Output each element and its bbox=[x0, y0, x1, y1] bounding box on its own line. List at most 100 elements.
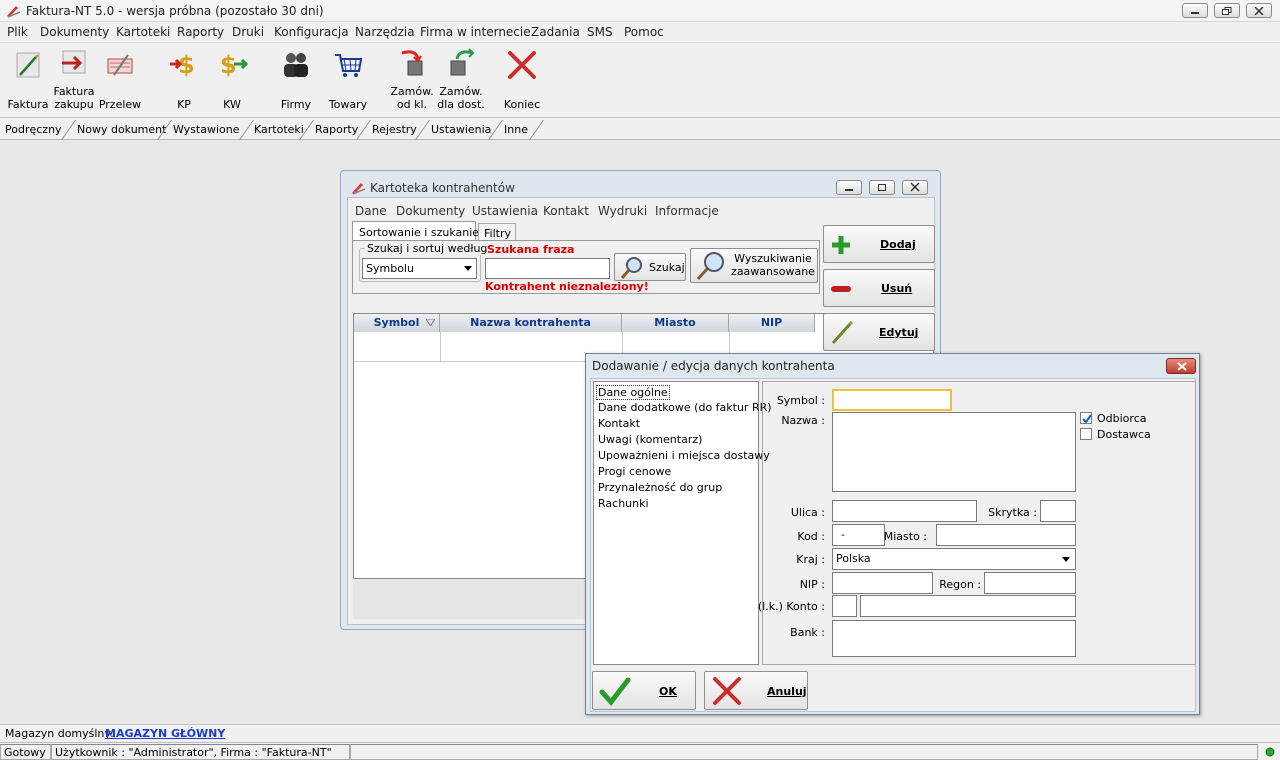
menu-druki[interactable]: Druki bbox=[232, 25, 264, 39]
toolbar-firmy-button[interactable]: Firmy bbox=[274, 43, 318, 117]
bank-input[interactable] bbox=[832, 620, 1076, 657]
nav-dane-ogolne[interactable]: Dane ogólne bbox=[596, 385, 670, 400]
nip-input[interactable] bbox=[832, 572, 933, 594]
section-list[interactable]: Dane ogólne Dane dodatkowe (do faktur RR… bbox=[593, 381, 772, 665]
sort-select[interactable]: Symbolu bbox=[362, 258, 477, 279]
main-tabs: Podręczny Nowy dokument Wystawione Karto… bbox=[0, 118, 1280, 140]
minimize-button[interactable] bbox=[1182, 3, 1208, 18]
nav-progi-cenowe[interactable]: Progi cenowe bbox=[598, 465, 671, 478]
search-panel: Szukaj i sortuj według Symbolu Szukana f… bbox=[352, 240, 820, 294]
tab-kartoteki[interactable]: Kartoteki bbox=[254, 120, 304, 140]
cancel-x-icon bbox=[713, 677, 741, 705]
toolbar-towary-button[interactable]: Towary bbox=[326, 43, 370, 117]
toolbar-zamow-od-kl-button[interactable]: Zamów. od kl. bbox=[390, 43, 434, 117]
form-panel: Symbol : Nazwa : Odbiorca Dostawca Ulica… bbox=[758, 381, 1196, 665]
nav-dane-dodatkowe[interactable]: Dane dodatkowe (do faktur RR) bbox=[598, 401, 772, 414]
toolbar-faktura-zakupu-button[interactable]: Faktura zakupu bbox=[52, 43, 96, 117]
menu-konfiguracja[interactable]: Konfiguracja bbox=[274, 25, 349, 39]
restore-button[interactable] bbox=[1214, 3, 1240, 18]
tab-podreczny[interactable]: Podręczny bbox=[5, 120, 62, 140]
odbiorca-checkbox[interactable] bbox=[1080, 412, 1092, 424]
tab-wystawione[interactable]: Wystawione bbox=[173, 120, 240, 140]
menu-raporty[interactable]: Raporty bbox=[177, 25, 224, 39]
menu-sms[interactable]: SMS bbox=[587, 25, 613, 39]
column-nazwa[interactable]: Nazwa kontrahenta bbox=[440, 314, 622, 332]
symbol-input[interactable] bbox=[832, 389, 952, 411]
tab-nowy-dokument[interactable]: Nowy dokument bbox=[77, 120, 166, 140]
nav-rachunki[interactable]: Rachunki bbox=[598, 497, 649, 510]
column-symbol[interactable]: Symbol bbox=[354, 314, 440, 332]
tab-filtry[interactable]: Filtry bbox=[478, 223, 516, 241]
skrytka-input[interactable] bbox=[1040, 500, 1076, 522]
menu-kartoteki[interactable]: Kartoteki bbox=[116, 25, 170, 39]
konto-input[interactable] bbox=[860, 595, 1076, 617]
sort-group-label: Szukaj i sortuj według bbox=[365, 242, 490, 255]
advanced-search-button[interactable]: Wyszukiwanie zaawansowane bbox=[690, 248, 818, 283]
regon-label: Regon : bbox=[939, 578, 981, 591]
chevron-down-icon bbox=[1062, 557, 1070, 562]
kmenu-wydruki[interactable]: Wydruki bbox=[598, 204, 647, 218]
nav-uwagi[interactable]: Uwagi (komentarz) bbox=[598, 433, 702, 446]
kartoteka-maximize-button[interactable] bbox=[869, 180, 895, 195]
nav-przynaleznosc[interactable]: Przynależność do grup bbox=[598, 481, 722, 494]
toolbar-kw-button[interactable]: $ KW bbox=[212, 43, 252, 117]
toolbar-przelew-button[interactable]: Przelew bbox=[98, 43, 142, 117]
tab-inne[interactable]: Inne bbox=[504, 120, 528, 140]
kmenu-ustawienia[interactable]: Ustawienia bbox=[472, 204, 538, 218]
toolbar-kp-button[interactable]: $ KP bbox=[164, 43, 204, 117]
nav-upowaznieni[interactable]: Upoważnieni i miejsca dostawy bbox=[598, 449, 770, 462]
status-empty bbox=[350, 744, 1258, 760]
menu-plik[interactable]: Plik bbox=[7, 25, 28, 39]
phrase-input[interactable] bbox=[485, 258, 610, 279]
magazyn-link[interactable]: MAGAZYN GŁÓWNY bbox=[105, 727, 225, 740]
menu-narzedzia[interactable]: Narzędzia bbox=[355, 25, 415, 39]
menu-dokumenty[interactable]: Dokumenty bbox=[40, 25, 109, 39]
toolbar-faktura-button[interactable]: Faktura bbox=[6, 43, 50, 117]
magnifier-icon bbox=[696, 252, 724, 281]
tab-ustawienia[interactable]: Ustawienia bbox=[431, 120, 491, 140]
not-found-message: Kontrahent nieznaleziony! bbox=[485, 280, 649, 293]
kmenu-dane[interactable]: Dane bbox=[355, 204, 387, 218]
menu-zadania[interactable]: Zadania bbox=[531, 25, 580, 39]
column-nip[interactable]: NIP bbox=[729, 314, 815, 332]
ulica-input[interactable] bbox=[832, 500, 977, 522]
kod-input[interactable]: - bbox=[832, 524, 885, 546]
kmenu-kontakt[interactable]: Kontakt bbox=[543, 204, 589, 218]
kartoteka-minimize-button[interactable] bbox=[836, 180, 862, 195]
toolbar: Faktura Faktura zakupu Przelew $ KP $ KW … bbox=[0, 42, 1280, 118]
menu-firma-w-internecie[interactable]: Firma w internecie bbox=[420, 25, 531, 39]
dostawca-label: Dostawca bbox=[1097, 428, 1151, 441]
search-button[interactable]: Szukaj bbox=[614, 253, 686, 281]
menu-pomoc[interactable]: Pomoc bbox=[624, 25, 664, 39]
dostawca-checkbox[interactable] bbox=[1080, 428, 1092, 440]
toolbar-zamow-dla-dost-button[interactable]: Zamów. dla dost. bbox=[436, 43, 486, 117]
chevron-down-icon bbox=[464, 266, 472, 271]
invoice-icon bbox=[16, 52, 40, 78]
tab-raporty[interactable]: Raporty bbox=[315, 120, 358, 140]
regon-input[interactable] bbox=[984, 572, 1076, 594]
tab-rejestry[interactable]: Rejestry bbox=[372, 120, 417, 140]
tab-separator bbox=[528, 120, 545, 140]
edytuj-button[interactable]: Edytuj bbox=[823, 313, 935, 351]
kmenu-dokumenty[interactable]: Dokumenty bbox=[396, 204, 465, 218]
dialog-title: Dodawanie / edycja danych kontrahenta bbox=[592, 359, 835, 373]
miasto-input[interactable] bbox=[936, 524, 1076, 546]
toolbar-koniec-button[interactable]: Koniec bbox=[500, 43, 544, 117]
tab-separator bbox=[238, 120, 255, 140]
column-miasto[interactable]: Miasto bbox=[622, 314, 729, 332]
kmenu-informacje[interactable]: Informacje bbox=[655, 204, 719, 218]
kraj-select[interactable]: Polska bbox=[832, 548, 1076, 570]
dodaj-button[interactable]: Dodaj bbox=[823, 225, 935, 263]
konto-label: (l.k.) Konto : bbox=[757, 600, 825, 613]
anuluj-button[interactable]: Anuluj bbox=[704, 671, 808, 710]
konto-lk-input[interactable] bbox=[832, 595, 857, 617]
usun-button[interactable]: Usuń bbox=[823, 269, 935, 307]
ok-button[interactable]: OK bbox=[592, 671, 696, 710]
kartoteka-close-button[interactable] bbox=[902, 180, 928, 195]
nazwa-textarea[interactable] bbox=[832, 412, 1076, 492]
dialog-close-button[interactable] bbox=[1166, 358, 1196, 374]
close-button[interactable] bbox=[1246, 3, 1272, 18]
nazwa-label: Nazwa : bbox=[781, 414, 825, 427]
tab-sortowanie[interactable]: Sortowanie i szukanie bbox=[352, 221, 479, 241]
nav-kontakt[interactable]: Kontakt bbox=[598, 417, 640, 430]
